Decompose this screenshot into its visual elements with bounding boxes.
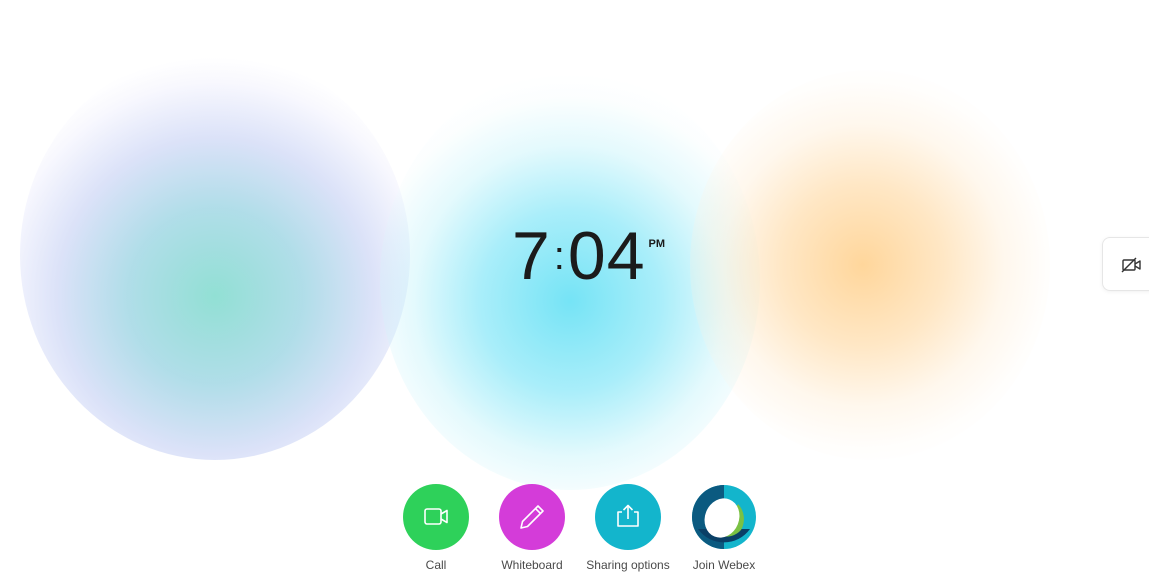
clock-hour: 7	[511, 218, 551, 294]
call-button-circle[interactable]	[403, 484, 469, 550]
call-label: Call	[425, 558, 447, 572]
clock-minutes: 04	[567, 218, 646, 294]
call-button[interactable]: Call	[388, 484, 484, 572]
clock-separator: :	[553, 234, 565, 278]
whiteboard-label: Whiteboard	[501, 558, 563, 572]
join-webex-button-circle[interactable]	[691, 484, 757, 550]
video-camera-icon	[424, 508, 448, 525]
sharing-options-button-circle[interactable]	[595, 484, 661, 550]
whiteboard-button[interactable]: Whiteboard	[484, 484, 580, 572]
join-webex-label: Join Webex	[692, 558, 756, 572]
join-webex-button[interactable]: Join Webex	[676, 484, 772, 572]
sharing-options-button[interactable]: Sharing options	[580, 484, 676, 572]
action-bar: Call Whiteboard Sharing options Join Web…	[0, 484, 1149, 575]
pencil-icon	[520, 505, 544, 529]
sharing-options-label: Sharing options	[586, 558, 670, 572]
share-tray-icon	[617, 504, 639, 527]
webex-logo-icon	[692, 485, 756, 549]
home-screen: 7 : 04 PM Call Whiteboard Sharing option…	[0, 0, 1149, 575]
camera-off-icon	[1121, 257, 1141, 273]
clock-ampm: PM	[648, 238, 666, 250]
clock: 7 : 04 PM	[0, 222, 1149, 290]
self-view-toggle-button[interactable]	[1102, 237, 1149, 291]
whiteboard-button-circle[interactable]	[499, 484, 565, 550]
